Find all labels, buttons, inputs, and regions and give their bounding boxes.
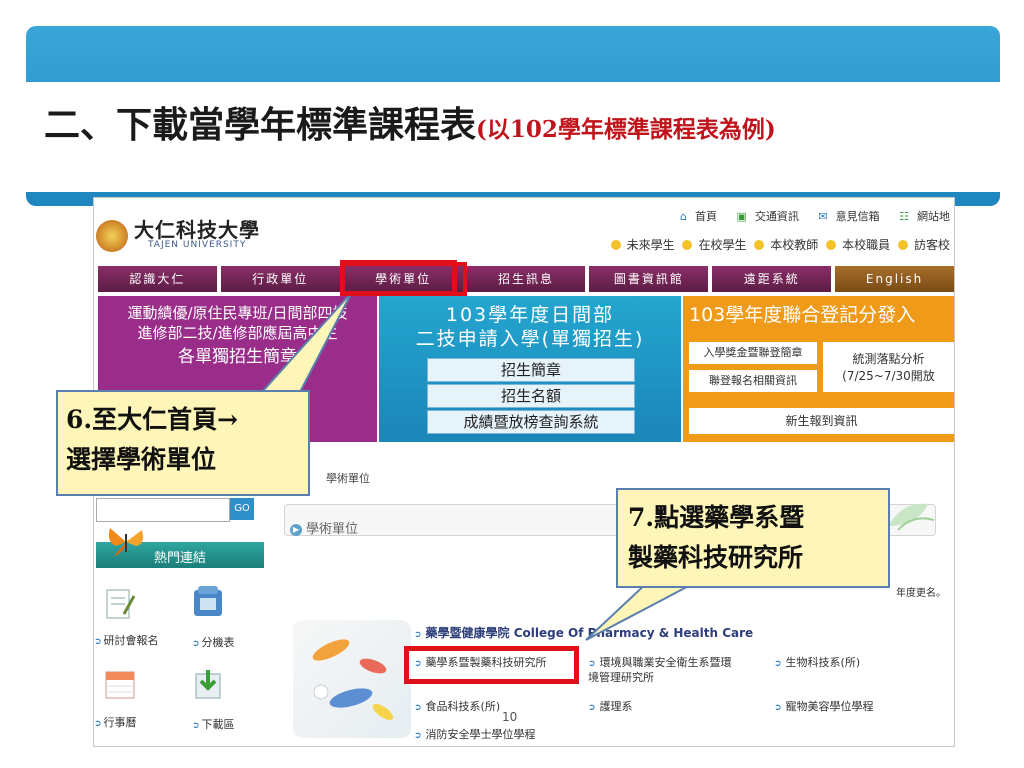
callout-7-line1: 7.點選藥學系暨 <box>628 503 805 532</box>
callout-6-line1: 6.至大仁首頁→ <box>66 405 239 434</box>
callout-step-6: 6.至大仁首頁→ 選擇學術單位 <box>56 390 310 496</box>
callout-pointers <box>259 291 701 641</box>
page-number: 10 <box>502 710 518 724</box>
callout-6-line2: 選擇學術單位 <box>66 445 217 474</box>
academic-tab-highlight-box <box>340 260 457 296</box>
callout-7-line2: 製藥科技研究所 <box>628 543 804 572</box>
callout-step-7: 7.點選藥學系暨 製藥科技研究所 <box>616 488 890 588</box>
